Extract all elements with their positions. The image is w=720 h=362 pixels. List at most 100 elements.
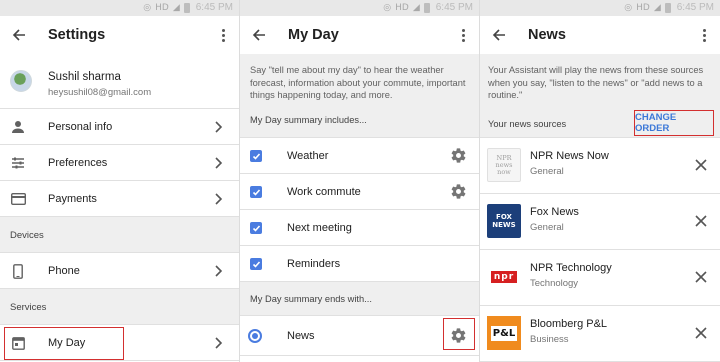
news-description: Your Assistant will play the news from t… <box>488 65 704 100</box>
settings-item-personal-info[interactable]: Personal info <box>0 109 239 145</box>
chevron-right-icon <box>215 121 223 133</box>
settings-item-phone[interactable]: Phone <box>0 253 239 289</box>
ends-with-header: My Day summary ends with... <box>240 282 479 316</box>
logo-text: NPR news now <box>495 153 513 176</box>
my-day-screen: ◎ HD ◢ 6:45 PM My Day Say "tell me about… <box>240 0 480 362</box>
avatar <box>10 70 32 92</box>
app-bar: Settings <box>0 16 239 54</box>
section-header-label: Services <box>10 302 47 313</box>
close-icon[interactable] <box>694 158 708 172</box>
include-item-label: Weather <box>287 150 329 162</box>
chevron-right-icon <box>215 265 223 277</box>
network-type-label: HD <box>155 3 169 13</box>
wifi-icon: ◎ <box>383 3 392 13</box>
highlight-box-my-day <box>4 327 124 360</box>
battery-icon <box>183 3 190 13</box>
network-type-label: HD <box>395 3 409 13</box>
news-source-item[interactable]: NPR news now NPR News Now General <box>480 138 720 194</box>
account-email: heysushil08@gmail.com <box>48 87 152 98</box>
settings-item-label: Phone <box>48 265 80 277</box>
bloomberg-pl-logo: P&L <box>487 316 521 350</box>
gear-icon[interactable] <box>450 183 467 200</box>
include-item-weather[interactable]: Weather <box>240 138 479 174</box>
news-source-name: NPR Technology <box>530 262 612 274</box>
section-header-services: Services <box>0 289 239 325</box>
logo-text: FOX NEWS <box>491 213 517 229</box>
back-arrow-icon[interactable] <box>482 16 516 54</box>
news-source-item[interactable]: P&L Bloomberg P&L Business <box>480 306 720 362</box>
status-bar: ◎ HD ◢ 6:45 PM <box>240 0 479 16</box>
page-title: Settings <box>48 27 106 43</box>
network-type-label: HD <box>636 3 650 13</box>
settings-item-label: Payments <box>48 193 97 205</box>
settings-screen: ◎ HD ◢ 6:45 PM Settings Sushil sharma he… <box>0 0 240 362</box>
back-arrow-icon[interactable] <box>242 16 276 54</box>
change-order-button[interactable]: CHANGE ORDER <box>634 110 714 136</box>
person-icon <box>10 119 26 135</box>
close-icon[interactable] <box>694 326 708 340</box>
include-item-label: Work commute <box>287 186 361 198</box>
battery-icon <box>664 3 671 13</box>
app-bar: My Day <box>240 16 479 54</box>
news-source-name: NPR News Now <box>530 150 609 162</box>
news-source-category: General <box>530 166 564 177</box>
my-day-description: Say "tell me about my day" to hear the w… <box>250 65 466 100</box>
npr-news-now-logo: NPR news now <box>487 148 521 182</box>
include-item-work-commute[interactable]: Work commute <box>240 174 479 210</box>
radio-selected[interactable] <box>248 329 262 343</box>
news-intro: Your Assistant will play the news from t… <box>480 54 720 138</box>
status-time: 6:45 PM <box>195 2 233 13</box>
section-header-label: Devices <box>10 230 44 241</box>
close-icon[interactable] <box>694 214 708 228</box>
back-arrow-icon[interactable] <box>2 16 36 54</box>
more-options-icon[interactable] <box>453 25 473 45</box>
account-profile[interactable]: Sushil sharma heysushil08@gmail.com <box>0 54 239 109</box>
status-time: 6:45 PM <box>676 2 714 13</box>
news-source-category: Business <box>530 334 569 345</box>
checkbox-checked[interactable] <box>250 258 262 270</box>
npr-logo: npr <box>487 260 521 294</box>
logo-text: npr <box>490 271 518 283</box>
news-sources-label: Your news sources <box>488 119 567 129</box>
checkbox-checked[interactable] <box>250 186 262 198</box>
ends-item-label: News <box>287 330 315 342</box>
logo-text: P&L <box>490 325 518 341</box>
highlight-box-news-settings <box>443 318 475 350</box>
news-source-category: General <box>530 222 564 233</box>
status-bar: ◎ HD ◢ 6:45 PM <box>0 0 239 16</box>
status-bar: ◎ HD ◢ 6:45 PM <box>480 0 720 16</box>
settings-item-preferences[interactable]: Preferences <box>0 145 239 181</box>
news-source-item[interactable]: npr NPR Technology Technology <box>480 250 720 306</box>
checkbox-checked[interactable] <box>250 222 262 234</box>
chevron-right-icon <box>215 337 223 349</box>
more-options-icon[interactable] <box>213 25 233 45</box>
wifi-icon: ◎ <box>143 3 152 13</box>
chevron-right-icon <box>215 193 223 205</box>
news-source-name: Fox News <box>530 206 579 218</box>
more-options-icon[interactable] <box>694 25 714 45</box>
news-source-name: Bloomberg P&L <box>530 318 608 330</box>
signal-icon: ◢ <box>412 3 420 13</box>
fox-news-logo: FOX NEWS <box>487 204 521 238</box>
checkbox-checked[interactable] <box>250 150 262 162</box>
battery-icon <box>423 3 430 13</box>
settings-item-payments[interactable]: Payments <box>0 181 239 217</box>
settings-item-label: Personal info <box>48 121 113 133</box>
my-day-intro: Say "tell me about my day" to hear the w… <box>240 54 479 138</box>
chevron-right-icon <box>215 157 223 169</box>
signal-icon: ◢ <box>172 3 180 13</box>
close-icon[interactable] <box>694 270 708 284</box>
news-source-item[interactable]: FOX NEWS Fox News General <box>480 194 720 250</box>
include-item-label: Reminders <box>287 258 341 270</box>
includes-header: My Day summary includes... <box>250 115 367 125</box>
include-item-reminders[interactable]: Reminders <box>240 246 479 282</box>
include-item-label: Next meeting <box>287 222 352 234</box>
include-item-next-meeting[interactable]: Next meeting <box>240 210 479 246</box>
gear-icon[interactable] <box>450 147 467 164</box>
status-time: 6:45 PM <box>435 2 473 13</box>
wifi-icon: ◎ <box>624 3 633 13</box>
section-header-devices: Devices <box>0 217 239 253</box>
credit-card-icon <box>10 191 26 207</box>
sliders-icon <box>10 155 26 171</box>
news-screen: ◎ HD ◢ 6:45 PM News Your Assistant will … <box>480 0 720 362</box>
